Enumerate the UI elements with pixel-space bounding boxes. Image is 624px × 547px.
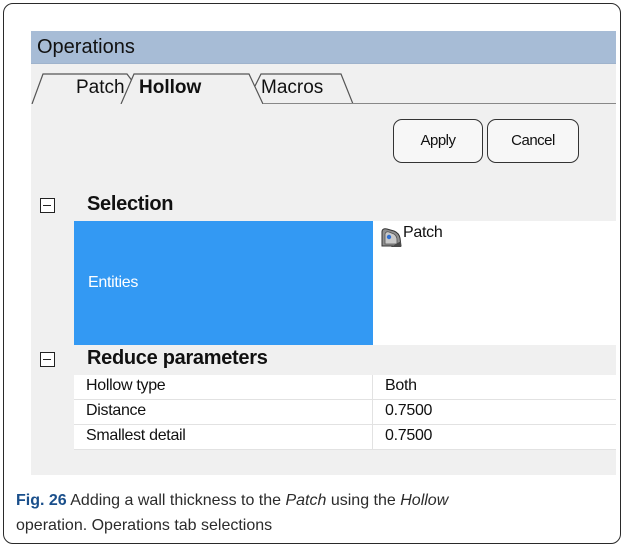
- operations-panel: Operations Patch Hollow Macros Apply Can…: [31, 31, 616, 475]
- property-row-distance[interactable]: Distance 0.7500: [74, 400, 616, 425]
- category-label: Reduce parameters: [87, 347, 268, 369]
- caption-text: Adding a wall thickness to the: [66, 492, 286, 509]
- figure-frame: Operations Patch Hollow Macros Apply Can…: [3, 3, 621, 544]
- property-label-cell[interactable]: Distance: [74, 400, 373, 425]
- property-value: Both: [385, 377, 417, 394]
- tab-hollow[interactable]: Hollow: [139, 74, 201, 102]
- category-selection: Selection: [31, 191, 616, 221]
- tab-strip: Patch Hollow Macros: [31, 64, 616, 104]
- property-label-cell[interactable]: Hollow type: [74, 375, 373, 400]
- apply-button[interactable]: Apply: [393, 119, 483, 163]
- cancel-button[interactable]: Cancel: [487, 119, 579, 163]
- category-reduce-parameters: Reduce parameters: [31, 345, 616, 375]
- property-value: 0.7500: [385, 402, 433, 419]
- entities-label-cell[interactable]: Entities: [74, 221, 373, 345]
- property-value: 0.7500: [385, 427, 433, 444]
- property-label: Smallest detail: [86, 427, 186, 444]
- property-value-cell[interactable]: 0.7500: [373, 425, 616, 450]
- collapse-icon[interactable]: [40, 352, 55, 367]
- entities-row[interactable]: Entities Patch: [74, 221, 616, 345]
- figure-caption: Fig. 26 Adding a wall thickness to the P…: [16, 488, 616, 538]
- property-label: Hollow type: [86, 377, 166, 394]
- caption-term-patch: Patch: [285, 492, 327, 509]
- entities-value: Patch: [403, 224, 443, 241]
- category-label: Selection: [87, 193, 174, 215]
- caption-text: operation. Operations tab selections: [16, 517, 273, 534]
- panel-title: Operations: [31, 31, 616, 64]
- entities-value-cell[interactable]: Patch: [373, 221, 616, 345]
- property-row-hollow-type[interactable]: Hollow type Both: [74, 375, 616, 400]
- property-row-smallest-detail[interactable]: Smallest detail 0.7500: [74, 425, 616, 450]
- tab-macros[interactable]: Macros: [261, 74, 323, 102]
- property-label-cell[interactable]: Smallest detail: [74, 425, 373, 450]
- collapse-icon[interactable]: [40, 198, 55, 213]
- property-grid: Selection Entities Patch Reduce paramete…: [31, 191, 616, 475]
- property-value-cell[interactable]: 0.7500: [373, 400, 616, 425]
- tab-patch[interactable]: Patch: [76, 74, 125, 102]
- property-value-cell[interactable]: Both: [373, 375, 616, 400]
- caption-text: using the: [326, 492, 401, 509]
- patch-surface-icon: [381, 228, 402, 247]
- caption-term-hollow: Hollow: [400, 492, 449, 509]
- figure-label: Fig. 26: [16, 492, 67, 509]
- property-label: Distance: [86, 402, 146, 419]
- entities-label: Entities: [88, 274, 139, 291]
